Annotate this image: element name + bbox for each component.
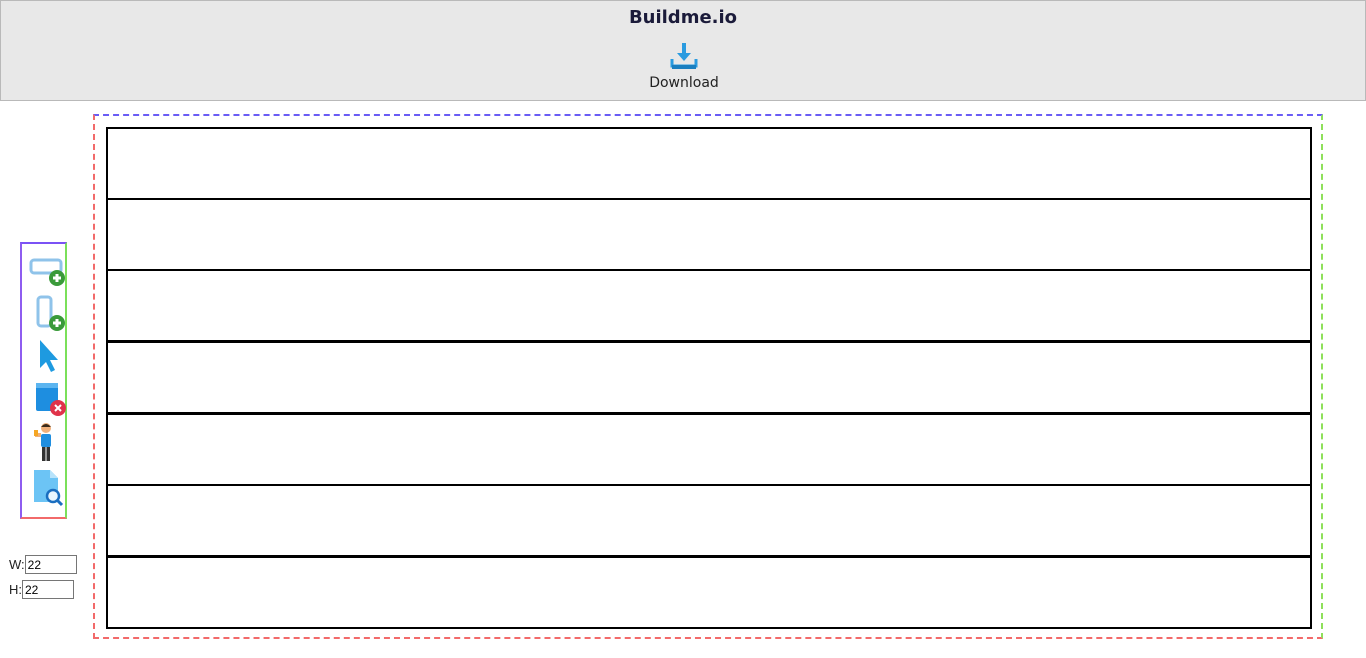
add-horizontal-box-icon [29, 258, 65, 286]
height-row: H: [9, 580, 74, 599]
canvas-row[interactable] [106, 413, 1312, 486]
download-icon [670, 43, 698, 69]
height-label: H: [9, 582, 22, 597]
document-search-icon [34, 470, 64, 507]
canvas-row[interactable] [106, 341, 1312, 414]
download-label: Download [649, 75, 719, 91]
canvas-row[interactable] [106, 269, 1312, 342]
canvas-row[interactable] [106, 484, 1312, 557]
canvas-area[interactable] [93, 114, 1323, 639]
delete-tool[interactable] [28, 380, 66, 416]
width-row: W: [9, 555, 77, 574]
add-column-tool[interactable] [28, 294, 65, 331]
person-tool[interactable] [28, 422, 64, 461]
canvas-row[interactable] [106, 127, 1312, 200]
width-input[interactable] [24, 555, 77, 574]
select-tool[interactable] [28, 338, 64, 374]
delete-block-icon [36, 383, 66, 416]
canvas-row[interactable] [106, 556, 1312, 629]
preview-tool[interactable] [28, 468, 64, 507]
tool-palette [20, 242, 67, 519]
height-input[interactable] [22, 580, 74, 599]
download-button[interactable]: Download [634, 39, 734, 95]
row-stack [106, 127, 1312, 629]
person-icon [34, 423, 51, 461]
cursor-arrow-icon [40, 340, 58, 372]
canvas-row[interactable] [106, 198, 1312, 271]
add-row-tool[interactable] [28, 254, 65, 290]
add-vertical-box-icon [36, 295, 65, 331]
width-label: W: [9, 557, 25, 572]
app-header: Buildme.io Download [0, 0, 1366, 101]
app-title: Buildme.io [628, 7, 738, 28]
